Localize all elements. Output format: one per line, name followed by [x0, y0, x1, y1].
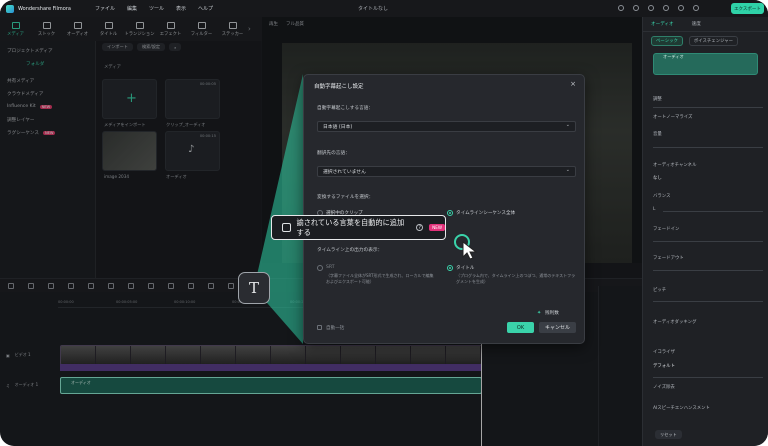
srt-label: SRT — [326, 265, 335, 270]
auto-subtitle-dialog: 自動字幕起こし設定 × 自動字幕起こしする言語： 日本語 (日本) 翻訳先の言語… — [303, 74, 585, 344]
callout-text: 諭されている言葉を自動的に追加する — [296, 217, 405, 237]
source-lang-label: 自動字幕起こしする言語： — [317, 106, 374, 111]
ok-button[interactable]: OK — [507, 322, 534, 333]
keyword-callout: 諭されている言葉を自動的に追加する ? NEW — [271, 215, 446, 240]
sparkle-icon: ✦ — [537, 310, 542, 316]
auto-checkbox[interactable] — [317, 325, 322, 330]
file-label: 変換するファイルを選択： — [317, 195, 374, 200]
timeline-option-label: タイムラインシーケンス全体 — [456, 211, 516, 216]
translate-select[interactable]: 選択されていません — [317, 166, 576, 177]
radio-title[interactable] — [447, 265, 453, 271]
close-icon[interactable]: × — [570, 80, 576, 88]
auto-add-checkbox[interactable] — [282, 223, 291, 232]
title-note: （プログラム内で、タイムライン上のつぼつ、通常のテキストフラグメントを生成） — [456, 273, 576, 284]
help-icon[interactable]: ? — [416, 224, 424, 231]
new-badge: NEW — [429, 224, 445, 231]
cancel-button[interactable]: キャンセル — [539, 322, 576, 333]
dialog-title: 自動字幕起こし設定 — [314, 84, 364, 90]
remaining-label: 残利数 — [545, 311, 559, 316]
app-window: Wondershare Filmora ファイル 編集 ツール 表示 ヘルプ タ… — [0, 0, 768, 446]
text-caption-icon: T — [248, 279, 259, 297]
output-label: タイムライン上の出力の表示： — [317, 248, 383, 253]
radio-srt[interactable] — [317, 265, 323, 271]
mouse-cursor-icon — [454, 234, 478, 260]
title-option-label: タイトル — [456, 266, 475, 271]
auto-label: 自動一括 — [326, 326, 345, 331]
source-lang-select[interactable]: 日本語 (日本) — [317, 121, 576, 132]
radio-timeline[interactable] — [447, 210, 453, 216]
srt-note: （字幕ファイル全体がSRT形式で生成され、ローカルで編集およびエクスポート可能） — [326, 273, 434, 284]
translate-label: 翻訳先の言語： — [317, 151, 350, 156]
auto-caption-tool-icon[interactable]: T — [238, 272, 270, 304]
